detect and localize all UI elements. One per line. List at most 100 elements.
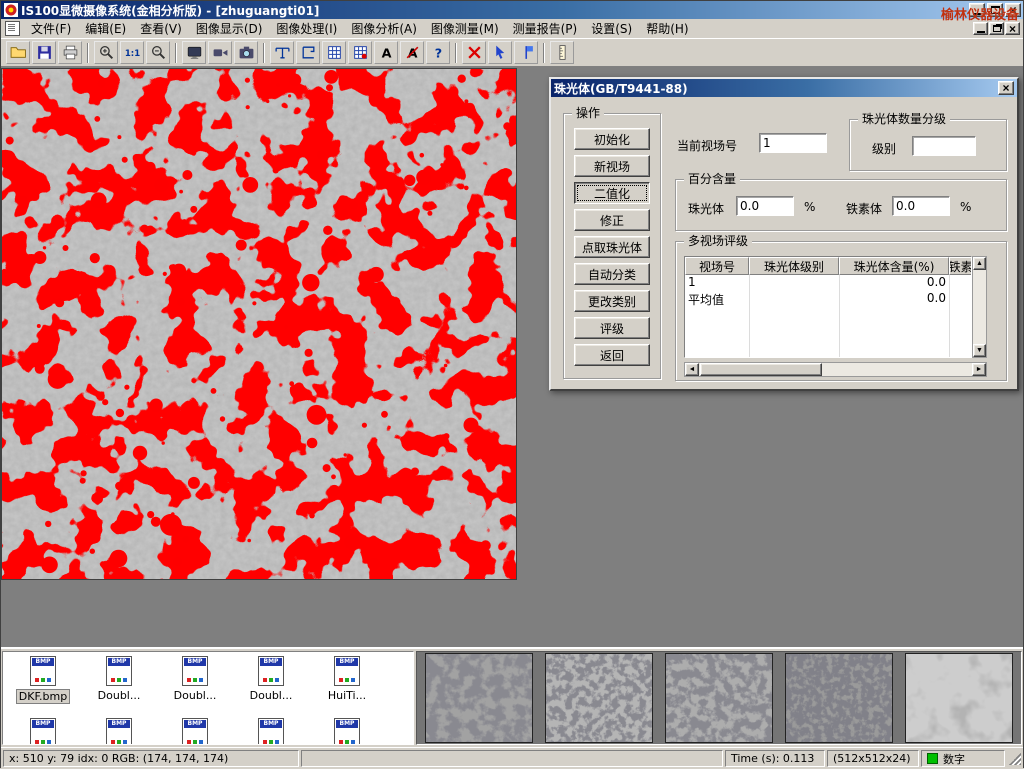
dialog-title: 珠光体(GB/T9441-88) <box>554 80 688 97</box>
child-window-icon[interactable] <box>5 21 20 36</box>
caliper-icon[interactable] <box>270 41 294 64</box>
bmp-file-icon: BMP <box>334 718 360 745</box>
table-cell: 1 <box>685 275 749 291</box>
resize-grip[interactable] <box>1009 753 1021 765</box>
menu-item-0[interactable]: 文件(F) <box>24 18 78 39</box>
menu-item-8[interactable]: 设置(S) <box>584 18 639 39</box>
ferrite-input[interactable] <box>892 196 950 216</box>
font-icon[interactable]: A <box>374 41 398 64</box>
op-button-2[interactable]: 二值化 <box>574 182 650 204</box>
child-close-button[interactable]: × <box>1005 22 1020 35</box>
table-cell: 0.0 <box>839 275 949 291</box>
bmp-file-icon: BMP <box>182 656 208 686</box>
capture-icon[interactable] <box>182 41 206 64</box>
save-icon[interactable] <box>32 41 56 64</box>
thumbnail[interactable] <box>785 653 893 743</box>
file-list[interactable]: BMPDKF.bmpBMPDoubl...BMPDoubl...BMPDoubl… <box>2 651 414 745</box>
scroll-right-icon[interactable]: ► <box>972 363 986 376</box>
open-icon[interactable] <box>6 41 30 64</box>
ruler-icon[interactable] <box>550 41 574 64</box>
op-button-5[interactable]: 自动分类 <box>574 263 650 285</box>
print-icon[interactable] <box>58 41 82 64</box>
file-item[interactable]: BMPDoubl... <box>233 656 309 718</box>
table-vertical-scrollbar[interactable]: ▲ ▼ <box>972 256 987 358</box>
pointer-icon[interactable] <box>488 41 512 64</box>
column-header-field[interactable]: 视场号 <box>685 257 749 275</box>
pearlite-input[interactable] <box>736 196 794 216</box>
minimize-button[interactable] <box>969 3 985 17</box>
delete-icon[interactable] <box>462 41 486 64</box>
file-item[interactable]: BMP Doubl... <box>157 656 233 718</box>
thumbnail[interactable] <box>545 653 653 743</box>
minimize-icon <box>977 31 985 33</box>
child-minimize-button[interactable] <box>973 22 988 35</box>
menu-item-3[interactable]: 图像显示(D) <box>189 18 270 39</box>
marker-icon[interactable] <box>514 41 538 64</box>
scroll-down-icon[interactable]: ▼ <box>973 344 986 357</box>
level-input[interactable] <box>912 136 976 156</box>
help-icon[interactable]: ? <box>426 41 450 64</box>
file-item[interactable]: BMP <box>157 718 233 745</box>
file-item[interactable]: BMP <box>5 718 81 745</box>
menu-item-4[interactable]: 图像处理(I) <box>269 18 344 39</box>
actual-size-icon[interactable]: 1:1 <box>120 41 144 64</box>
video-camera-icon[interactable] <box>208 41 232 64</box>
multi-field-grading-group: 多视场评级 视场号 珠光体级别 珠光体含量(%) 铁素体含量(%) 1 <box>675 241 1007 381</box>
op-button-8[interactable]: 返回 <box>574 344 650 366</box>
file-item[interactable]: BMPHuiTi... <box>309 656 385 718</box>
op-button-1[interactable]: 新视场 <box>574 155 650 177</box>
column-header-pearlite[interactable]: 珠光体含量(%) <box>839 257 949 275</box>
scrollbar-thumb[interactable] <box>700 363 822 376</box>
file-item[interactable]: BMP <box>309 718 385 745</box>
menu-item-6[interactable]: 图像测量(M) <box>424 18 506 39</box>
menu-item-5[interactable]: 图像分析(A) <box>344 18 424 39</box>
thumbnail[interactable] <box>425 653 533 743</box>
table-row[interactable]: 平均值 0.0 <box>685 291 972 307</box>
metallograph-image[interactable] <box>1 68 517 580</box>
close-button[interactable]: × <box>1005 3 1021 17</box>
micrometer-icon[interactable] <box>296 41 320 64</box>
menu-item-1[interactable]: 编辑(E) <box>78 18 133 39</box>
op-button-6[interactable]: 更改类别 <box>574 290 650 312</box>
dialog-titlebar[interactable]: 珠光体(GB/T9441-88) × <box>551 79 1017 97</box>
file-item[interactable]: BMPDKF.bmp <box>5 656 81 718</box>
menu-item-9[interactable]: 帮助(H) <box>639 18 695 39</box>
workarea: 珠光体(GB/T9441-88) × 操作 初始化新视场二值化修正点取珠光体自动… <box>1 67 1023 647</box>
column-header-grade[interactable]: 珠光体级别 <box>749 257 839 275</box>
dialog-close-button[interactable]: × <box>998 81 1014 95</box>
current-field-input[interactable] <box>759 133 827 153</box>
thumbnail[interactable] <box>665 653 773 743</box>
statusbar: x: 510 y: 79 idx: 0 RGB: (174, 174, 174)… <box>1 747 1023 769</box>
camera-icon[interactable] <box>234 41 258 64</box>
scroll-up-icon[interactable]: ▲ <box>973 257 986 270</box>
zoom-out-icon[interactable] <box>146 41 170 64</box>
bmp-file-icon: BMP <box>106 718 132 745</box>
bmp-label: BMP <box>108 658 130 666</box>
grading-table[interactable]: 视场号 珠光体级别 珠光体含量(%) 铁素体含量(%) 1 0.0 <box>684 256 972 358</box>
file-name: Doubl... <box>172 689 219 702</box>
op-button-3[interactable]: 修正 <box>574 209 650 231</box>
operation-group: 操作 初始化新视场二值化修正点取珠光体自动分类更改类别评级返回 <box>563 113 661 379</box>
child-restore-button[interactable] <box>989 22 1004 35</box>
op-button-0[interactable]: 初始化 <box>574 128 650 150</box>
grid-measure-icon[interactable] <box>348 41 372 64</box>
file-item[interactable]: BMP <box>81 718 157 745</box>
menu-item-2[interactable]: 查看(V) <box>133 18 189 39</box>
table-row[interactable]: 1 0.0 <box>685 275 972 291</box>
maximize-button[interactable] <box>987 3 1003 17</box>
titlebar[interactable]: IS100显微摄像系统(金相分析版) - [zhuguangti01] × <box>1 1 1023 19</box>
scroll-left-icon[interactable]: ◄ <box>685 363 699 376</box>
grid-icon[interactable] <box>322 41 346 64</box>
percent-group-label: 百分含量 <box>684 172 740 186</box>
op-button-7[interactable]: 评级 <box>574 317 650 339</box>
column-header-ferrite[interactable]: 铁素体含量(%) <box>949 257 972 275</box>
zoom-in-icon[interactable] <box>94 41 118 64</box>
bmp-file-icon: BMP <box>30 656 56 686</box>
menu-item-7[interactable]: 测量报告(P) <box>506 18 585 39</box>
thumbnail[interactable] <box>905 653 1013 743</box>
table-horizontal-scrollbar[interactable]: ◄ ► <box>684 362 987 377</box>
font-cancel-icon[interactable]: A <box>400 41 424 64</box>
file-item[interactable]: BMP <box>233 718 309 745</box>
file-item[interactable]: BMPDoubl... <box>81 656 157 718</box>
op-button-4[interactable]: 点取珠光体 <box>574 236 650 258</box>
